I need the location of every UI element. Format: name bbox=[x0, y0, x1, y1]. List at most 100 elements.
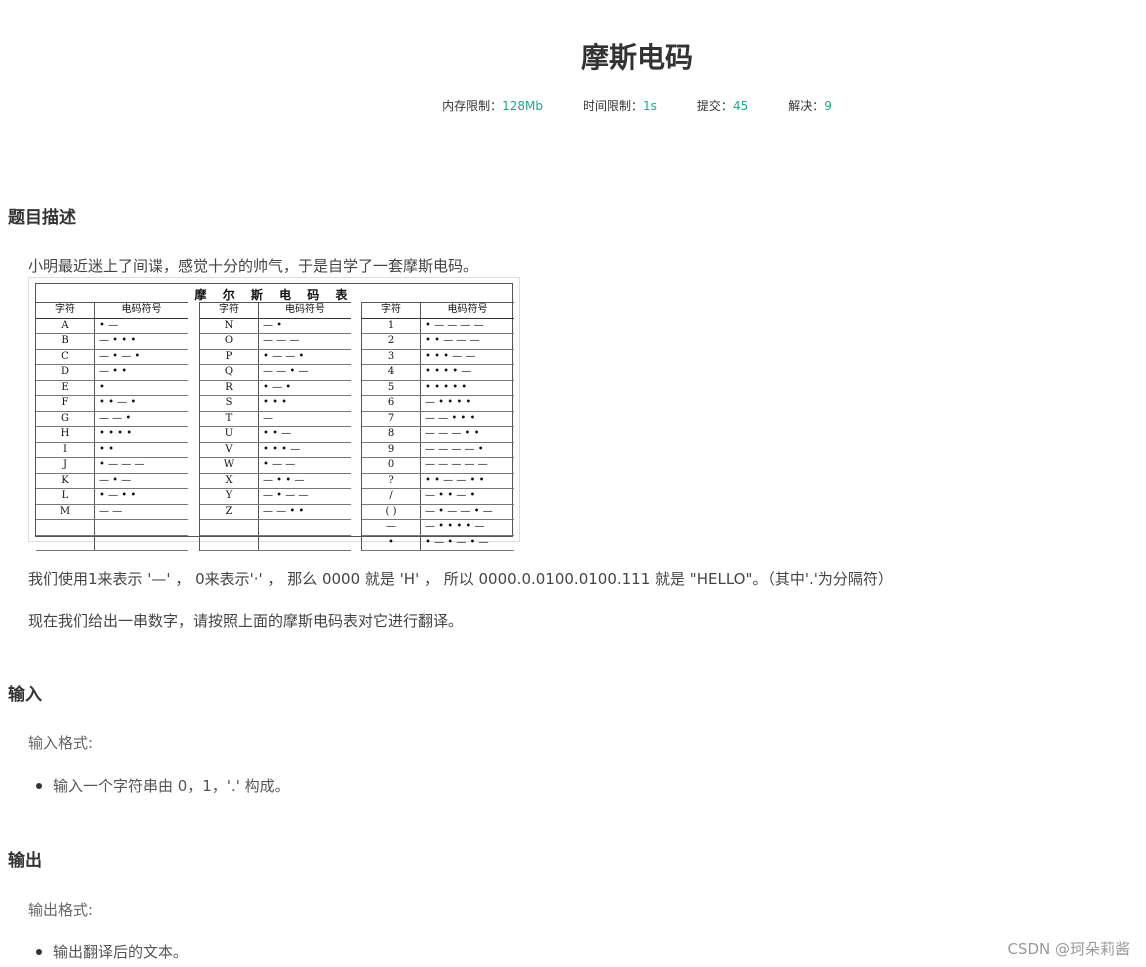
morse-char: I bbox=[36, 442, 95, 457]
morse-code: • • — • bbox=[99, 397, 137, 408]
morse-table-row: 8 — — — • • bbox=[362, 427, 514, 443]
morse-char: T bbox=[200, 411, 259, 426]
morse-code: — • — bbox=[99, 474, 132, 486]
morse-char: M bbox=[36, 504, 95, 519]
morse-char: — bbox=[362, 520, 421, 535]
morse-table-row: F • • — • bbox=[36, 396, 188, 412]
morse-char: 0 bbox=[362, 458, 421, 473]
morse-table-row: 6 — • • • • bbox=[362, 396, 514, 412]
morse-char: A bbox=[36, 318, 95, 333]
morse-code: • — bbox=[99, 319, 119, 331]
morse-table-row: U • • — bbox=[200, 427, 351, 443]
morse-code: • • — — • • bbox=[425, 474, 485, 486]
morse-table-header-row: 字符 电码符号 bbox=[362, 303, 514, 319]
morse-table-row: / — • • — • bbox=[362, 489, 514, 505]
morse-code: — • • • • bbox=[425, 397, 472, 408]
description-heading: 题目描述 bbox=[8, 208, 76, 228]
morse-code: — • — • bbox=[99, 350, 141, 362]
morse-code: — • • — • bbox=[425, 490, 476, 501]
morse-code: — — — • • bbox=[425, 428, 480, 439]
morse-char: C bbox=[36, 349, 95, 364]
description-paragraph-2: 现在我们给出一串数字，请按照上面的摩斯电码表对它进行翻译。 bbox=[28, 612, 464, 630]
input-format-label: 输入格式: bbox=[28, 734, 94, 752]
morse-char: ( ) bbox=[362, 504, 421, 519]
morse-table-row: C — • — • bbox=[36, 349, 188, 365]
morse-table-row: D — • • bbox=[36, 365, 188, 381]
morse-table-row bbox=[36, 535, 188, 551]
morse-table: 摩 尔 斯 电 码 表 字符 电码符号 A • — B — • • • C — • — • D —… bbox=[35, 283, 514, 551]
morse-table-row: • • — • — • — bbox=[362, 535, 514, 551]
morse-code: • — — bbox=[263, 459, 296, 470]
morse-char: B bbox=[36, 334, 95, 349]
morse-code bbox=[95, 520, 188, 535]
morse-char: ? bbox=[362, 473, 421, 488]
morse-code: • • bbox=[99, 443, 114, 455]
morse-table-row: 9 — — — — • bbox=[362, 442, 514, 458]
morse-code: — — — — • bbox=[425, 443, 484, 455]
morse-code: — • • bbox=[99, 366, 128, 377]
morse-header-code: 电码符号 bbox=[121, 304, 162, 315]
morse-char: Q bbox=[200, 365, 259, 380]
morse-char: 6 bbox=[362, 396, 421, 411]
morse-table-image: 摩 尔 斯 电 码 表 字符 电码符号 A • — B — • • • C — • — • D —… bbox=[28, 277, 520, 551]
memory-limit: 内存限制：128Mb bbox=[442, 99, 544, 113]
morse-code: — — • bbox=[99, 412, 132, 424]
morse-code: • • • • bbox=[99, 428, 133, 439]
morse-table-row: 3 • • • — — bbox=[362, 349, 514, 365]
morse-code: • • — — — bbox=[425, 335, 480, 346]
morse-char: J bbox=[36, 458, 95, 473]
morse-char bbox=[36, 535, 95, 550]
input-list-item: 输入一个字符串由 0，1，'.' 构成。 bbox=[36, 775, 290, 796]
morse-char: E bbox=[36, 380, 95, 395]
morse-code: — — — bbox=[263, 335, 300, 346]
morse-table-row: S • • • bbox=[200, 396, 351, 412]
morse-code: • • • — — bbox=[425, 350, 476, 362]
morse-table-row: 2 • • — — — bbox=[362, 334, 514, 350]
morse-code: • — • • bbox=[99, 490, 137, 501]
description-paragraph-1: 我们使用1来表示 '—' ， 0来表示'·' ， 那么 0000 就是 'H' … bbox=[28, 570, 893, 588]
morse-code: — — — — — bbox=[425, 459, 488, 470]
morse-header-char: 字符 bbox=[362, 303, 421, 318]
morse-char: P bbox=[200, 349, 259, 364]
morse-column-letters-a-m: 字符 电码符号 A • — B — • • • C — • — • D — • • E • F • • —… bbox=[36, 302, 188, 551]
morse-char: S bbox=[200, 396, 259, 411]
description-intro: 小明最近迷上了间谍，感觉十分的帅气，于是自学了一套摩斯电码。 bbox=[28, 257, 479, 275]
morse-table-row: R • — • bbox=[200, 380, 351, 396]
morse-char bbox=[36, 520, 95, 535]
morse-char: G bbox=[36, 411, 95, 426]
morse-table-title: 摩 尔 斯 电 码 表 bbox=[194, 288, 354, 302]
morse-table-row: V • • • — bbox=[200, 442, 351, 458]
morse-table-row: N — • bbox=[200, 318, 351, 334]
morse-code: • — • bbox=[263, 381, 292, 393]
morse-table-row: 0 — — — — — bbox=[362, 458, 514, 474]
morse-code: — • — — bbox=[263, 490, 309, 501]
output-list-item: 输出翻译后的文本。 bbox=[36, 941, 188, 962]
morse-table-row: J • — — — bbox=[36, 458, 188, 474]
morse-code bbox=[259, 520, 351, 535]
morse-table-row bbox=[200, 520, 351, 536]
morse-char: H bbox=[36, 427, 95, 442]
morse-char: 1 bbox=[362, 318, 421, 333]
morse-table-row: 4 • • • • — bbox=[362, 365, 514, 381]
morse-table-row: E • bbox=[36, 380, 188, 396]
morse-code: • — • — • — bbox=[425, 536, 489, 548]
morse-table-row: B — • • • bbox=[36, 334, 188, 350]
morse-table-row: X — • • — bbox=[200, 473, 351, 489]
csdn-watermark: CSDN @珂朵莉酱 bbox=[1007, 940, 1130, 958]
morse-code: — • — — • — bbox=[425, 505, 493, 517]
morse-char: 4 bbox=[362, 365, 421, 380]
output-heading: 输出 bbox=[8, 851, 42, 871]
morse-char: Z bbox=[200, 504, 259, 519]
morse-table-row: L • — • • bbox=[36, 489, 188, 505]
morse-table-row: O — — — bbox=[200, 334, 351, 350]
bullet-icon bbox=[36, 948, 42, 955]
morse-table-row: ( ) — • — — • — bbox=[362, 504, 514, 520]
morse-code: • • • • • bbox=[425, 381, 468, 393]
submit-count: 提交：45 bbox=[696, 99, 749, 113]
bullet-icon bbox=[36, 782, 42, 789]
morse-char: O bbox=[200, 334, 259, 349]
morse-table-row: Y — • — — bbox=[200, 489, 351, 505]
morse-char: V bbox=[200, 442, 259, 457]
morse-table-row: A • — bbox=[36, 318, 188, 334]
time-limit: 时间限制：1s bbox=[583, 99, 657, 113]
